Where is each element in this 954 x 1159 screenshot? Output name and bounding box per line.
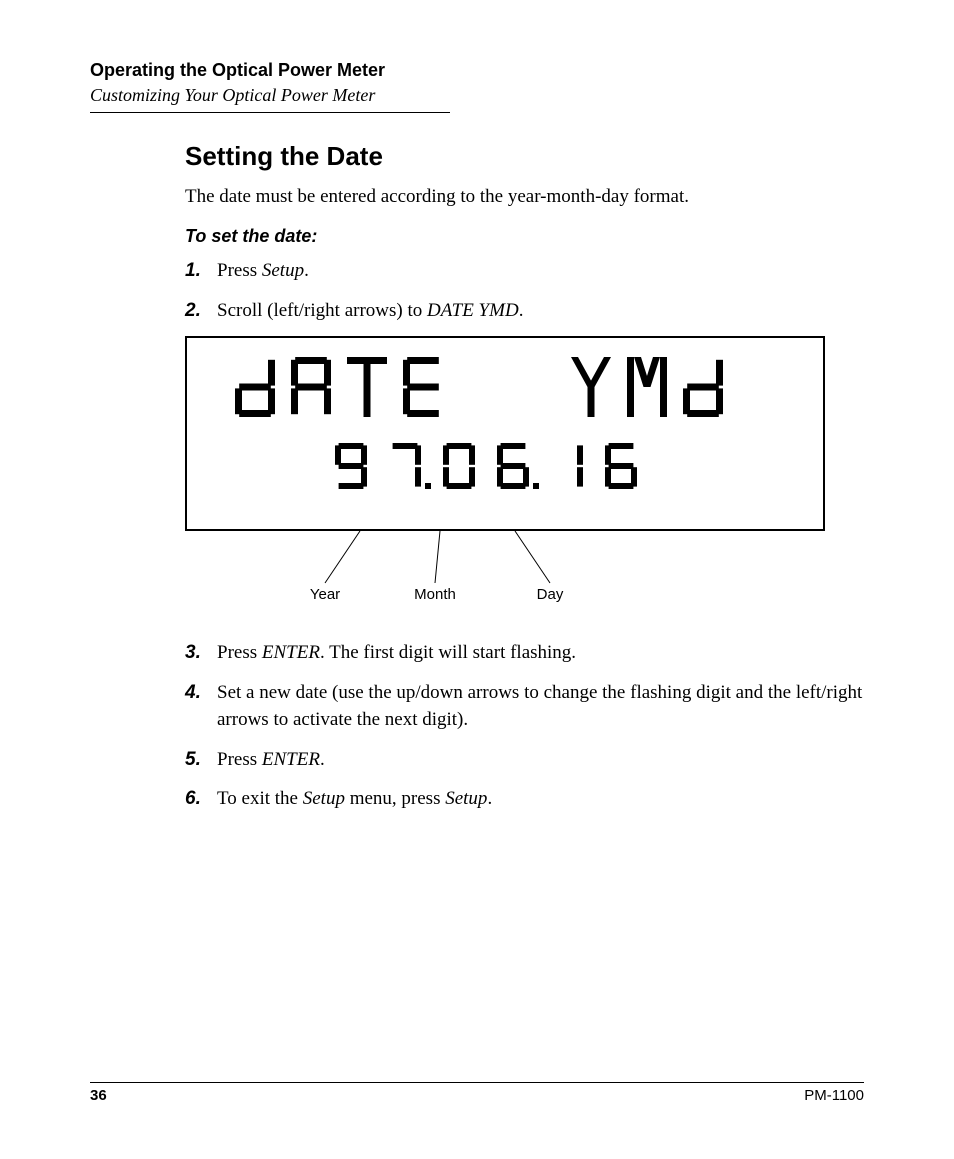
step-number: 6. [185,785,217,813]
steps-list-continued: 3. Press ENTER. The first digit will sta… [185,639,864,813]
step-text: Press ENTER. The first digit will start … [217,639,864,667]
callout-year: Year [310,586,340,603]
step-item: 3. Press ENTER. The first digit will sta… [185,639,864,667]
callout-month: Month [414,586,456,603]
step-text: Scroll (left/right arrows) to DATE YMD. [217,297,864,325]
model-number: PM-1100 [804,1087,864,1104]
callout-day: Day [537,586,564,603]
intro-paragraph: The date must be entered according to th… [185,186,864,208]
callout-lines [185,531,825,611]
lcd-line2-svg [295,438,715,508]
page-number: 36 [90,1087,107,1104]
lcd-line2 [187,438,823,508]
step-number: 5. [185,746,217,774]
steps-list: 1. Press Setup. 2. Scroll (left/right ar… [185,257,864,324]
step-item: 1. Press Setup. [185,257,864,285]
lcd-figure: Year Month Day [185,336,864,611]
step-item: 2. Scroll (left/right arrows) to DATE YM… [185,297,864,325]
step-text: Set a new date (use the up/down arrows t… [217,679,864,734]
step-item: 4. Set a new date (use the up/down arrow… [185,679,864,734]
section-title: Setting the Date [185,141,864,172]
procedure-heading: To set the date: [185,226,864,247]
step-number: 3. [185,639,217,667]
lcd-line1-svg [225,352,785,422]
step-item: 5. Press ENTER. [185,746,864,774]
footer-rule [90,1082,864,1083]
running-header-section: Customizing Your Optical Power Meter [90,85,864,106]
step-text: Press Setup. [217,257,864,285]
lcd-screen [185,336,825,531]
lcd-callouts: Year Month Day [185,531,825,611]
step-text: To exit the Setup menu, press Setup. [217,785,864,813]
lcd-line1 [187,352,823,422]
step-number: 2. [185,297,217,325]
page-footer: 36 PM-1100 [90,1082,864,1104]
step-text: Press ENTER. [217,746,864,774]
step-item: 6. To exit the Setup menu, press Setup. [185,785,864,813]
running-header-chapter: Operating the Optical Power Meter [90,60,864,81]
step-number: 4. [185,679,217,734]
header-rule [90,112,450,113]
step-number: 1. [185,257,217,285]
